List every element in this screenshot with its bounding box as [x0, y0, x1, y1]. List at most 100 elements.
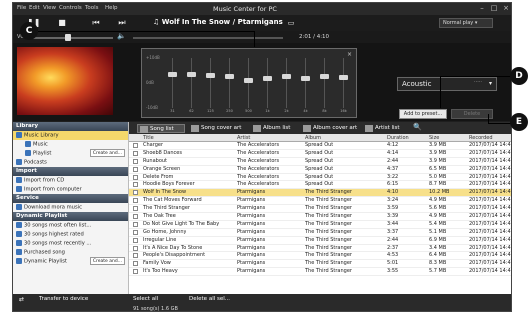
table-row[interactable]: Irregular Line Ptarmigans The Third Strang… — [129, 237, 511, 245]
table-row[interactable]: Delete From The Accelerators Spread Out 3:2… — [129, 174, 511, 182]
select-all-button[interactable]: Select all — [133, 296, 158, 302]
column-album[interactable]: Album — [305, 135, 321, 141]
row-checkbox[interactable] — [133, 245, 138, 251]
eq-band-knob[interactable] — [187, 71, 196, 77]
play-mode-select[interactable]: Normal play ▾ — [439, 18, 493, 28]
menu-file[interactable]: File — [17, 5, 26, 11]
column-recorded[interactable]: Recorded — [469, 135, 493, 141]
eq-band-slider[interactable]: 1k — [263, 58, 272, 113]
delete-preset-button[interactable]: Delete — [451, 109, 493, 119]
row-checkbox[interactable] — [133, 206, 138, 212]
menu-controls[interactable]: Controls — [59, 5, 82, 11]
next-icon[interactable]: ⏭ — [115, 17, 129, 29]
tab-album-list[interactable]: Album list — [251, 124, 297, 133]
delete-selected-button[interactable]: Delete all sel... — [189, 296, 230, 302]
row-checkbox[interactable] — [133, 214, 138, 220]
transfer-to-device-button[interactable]: Transfer to device — [39, 296, 131, 305]
close-icon[interactable]: × — [347, 51, 352, 58]
sidebar-item-music-library[interactable]: Music Library — [13, 131, 128, 140]
row-checkbox[interactable] — [133, 166, 138, 172]
sidebar-item-import-computer[interactable]: Import from computer — [13, 185, 128, 194]
table-row[interactable]: Shoeb8 Dances The Accelerators Spread Out 4… — [129, 150, 511, 158]
eq-band-slider[interactable]: 31 — [168, 58, 177, 113]
tab-artist-list[interactable]: Artist list — [363, 124, 411, 133]
table-row[interactable]: Runabout The Accelerators Spread Out 2:44 3.… — [129, 158, 511, 166]
tab-song-list[interactable]: Song list — [137, 124, 185, 133]
menu-tools[interactable]: Tools — [85, 5, 99, 11]
row-checkbox[interactable] — [133, 229, 138, 235]
create-playlist-button[interactable]: Create and... — [89, 149, 125, 157]
maximize-icon[interactable]: □ — [489, 4, 499, 13]
eq-band-slider[interactable]: 500 — [244, 58, 253, 113]
table-row[interactable]: The Oak Tree Ptarmigans The Third Stranger… — [129, 213, 511, 221]
sidebar-item-dynamic-5[interactable]: Dynamic Playlist Create and... — [13, 257, 128, 266]
row-checkbox[interactable] — [133, 221, 138, 227]
column-duration[interactable]: Duration — [387, 135, 409, 141]
table-row[interactable]: Hoodie Boys Forever The Accelerators Sprea… — [129, 181, 511, 190]
menu-help[interactable]: Help — [105, 5, 118, 11]
search-icon[interactable]: 🔍 — [413, 123, 422, 131]
table-row[interactable]: It's Too Heavy Ptarmigans The Third Strang… — [129, 268, 511, 277]
eq-band-knob[interactable] — [339, 74, 348, 80]
volume-slider[interactable] — [33, 37, 113, 39]
column-size[interactable]: Size — [429, 135, 439, 141]
table-row[interactable]: Charger The Accelerators Spread Out 4:12 3.9… — [129, 142, 511, 150]
eq-band-knob[interactable] — [263, 76, 272, 81]
eq-band-knob[interactable] — [244, 78, 253, 84]
table-row[interactable]: The Cat Moves Forward Ptarmigans The Third… — [129, 197, 511, 206]
eq-band-slider[interactable]: 2k — [282, 58, 291, 113]
table-row[interactable]: People's Disappointment Ptarmigans The Thi… — [129, 252, 511, 261]
mini-player-icon[interactable]: ▭ — [285, 17, 297, 29]
eq-preset-select[interactable]: Acoustic ····· ▾ — [397, 77, 497, 91]
sidebar-item-podcasts[interactable]: Podcasts — [13, 158, 128, 167]
eq-band-slider[interactable]: 4k — [301, 58, 310, 113]
seek-slider[interactable] — [133, 37, 283, 39]
stop-icon[interactable]: ■ — [57, 17, 67, 29]
table-row[interactable]: Go Home, Johnny Ptarmigans The Third Stran… — [129, 229, 511, 237]
row-checkbox[interactable] — [133, 269, 138, 275]
eq-band-slider[interactable]: 62 — [187, 58, 196, 113]
eq-band-knob[interactable] — [320, 73, 329, 79]
table-row[interactable]: The Third Stranger Ptarmigans The Third St… — [129, 205, 511, 214]
row-checkbox[interactable] — [133, 198, 138, 204]
eq-band-knob[interactable] — [225, 73, 234, 79]
row-checkbox[interactable] — [133, 261, 138, 267]
sidebar-item-dynamic-2[interactable]: 30 songs highest rated — [13, 230, 128, 239]
previous-icon[interactable]: ⏮ — [89, 17, 103, 29]
tab-album-cover-art[interactable]: Album cover art — [301, 124, 365, 133]
row-checkbox[interactable] — [133, 174, 138, 180]
row-checkbox[interactable] — [133, 237, 138, 243]
row-checkbox[interactable] — [133, 143, 138, 148]
eq-band-knob[interactable] — [168, 71, 177, 77]
eq-band-slider[interactable]: 16k — [339, 58, 348, 113]
table-row[interactable]: Do Not Give Light To The Baby Ptarmigans T… — [129, 221, 511, 229]
eq-band-knob[interactable] — [206, 72, 215, 78]
table-row[interactable]: Orange Screen The Accelerators Spread Out 4… — [129, 166, 511, 174]
minimize-icon[interactable]: – — [477, 4, 487, 13]
table-row[interactable]: Family Vow Ptarmigans The Third Stranger 5:… — [129, 260, 511, 269]
speaker-icon[interactable]: 🔈 — [117, 32, 126, 40]
eq-band-knob[interactable] — [301, 76, 310, 81]
row-checkbox[interactable] — [133, 150, 138, 156]
sidebar-item-dynamic-1[interactable]: 30 songs most often list... — [13, 221, 128, 230]
sidebar-item-playlist[interactable]: Playlist Create and... — [13, 149, 128, 158]
eq-band-knob[interactable] — [282, 73, 291, 79]
create-dynamic-playlist-button[interactable]: Create and... — [89, 257, 125, 265]
eq-band-slider[interactable]: 125 — [206, 58, 215, 113]
row-checkbox[interactable] — [133, 182, 138, 188]
sidebar-item-mora[interactable]: Download mora music — [13, 203, 128, 212]
close-icon[interactable]: × — [501, 4, 511, 13]
column-artist[interactable]: Artist — [237, 135, 250, 141]
menu-view[interactable]: View — [43, 5, 56, 11]
menu-edit[interactable]: Edit — [29, 5, 40, 11]
sidebar-item-dynamic-4[interactable]: Purchased song — [13, 248, 128, 257]
tab-song-cover-art[interactable]: Song cover art — [189, 124, 255, 133]
table-row[interactable]: Wolf In The Snow Ptarmigans The Third Stra… — [129, 189, 511, 198]
eq-band-slider[interactable]: 8k — [320, 58, 329, 113]
sidebar-item-music[interactable]: Music — [13, 140, 128, 149]
row-checkbox[interactable] — [133, 158, 138, 164]
volume-knob[interactable] — [65, 34, 71, 41]
row-checkbox[interactable] — [133, 190, 138, 196]
table-row[interactable]: It's A Nice Day To Stone Ptarmigans The Th… — [129, 245, 511, 253]
sidebar-item-dynamic-3[interactable]: 30 songs most recently ... — [13, 239, 128, 248]
